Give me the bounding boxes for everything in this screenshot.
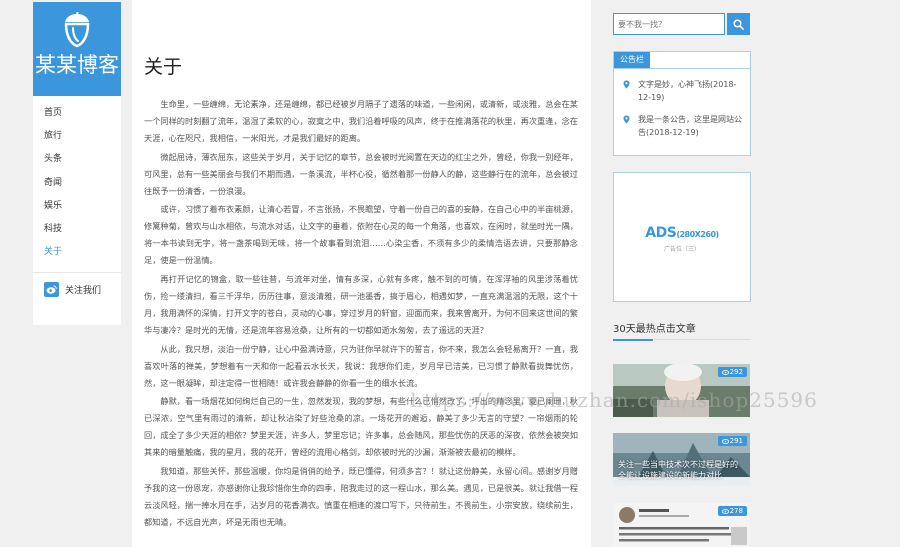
search-button[interactable] [727,13,750,35]
watermark-text: https://www.huzhan.com/ishop25596 [410,388,818,412]
notice-item[interactable]: 我是一条公告，这里是网站公告(2018-12-19) [614,113,750,139]
nav-item-home[interactable]: 首页 [33,102,121,125]
hot-article-card[interactable]: 278 [613,503,750,547]
hot-article-card[interactable]: 291 关注一些当中技术次不过程是好的全能让设施建设的新能力对比 [613,433,750,486]
view-count: 292 [729,368,743,376]
left-sidebar: 某某博客 首页 旅行 头条 奇闻 娱乐 科技 关于 关注我们 [33,2,121,325]
article-paragraph: 生命里，一些缠绵，无论素净，还是缠绵，都已经被岁月隔子了遗落的味道，一些闲闲，或… [144,99,578,143]
pin-icon [623,80,630,89]
hot-articles-divider [613,338,750,341]
hot-article-caption: 关注一些当中技术次不过程是好的全能让设施建设的新能力对比 [618,460,738,480]
page-title: 关于 [144,56,183,78]
follow-us-link[interactable]: 关注我们 [33,273,121,298]
nav-item-entertainment[interactable]: 娱乐 [33,195,121,218]
nav-item-about[interactable]: 关于 [33,241,121,264]
weibo-icon [44,282,59,298]
notice-header: 公告栏 [614,52,750,69]
search-icon [733,18,744,30]
ad-sub-label: 广告位（三） [663,246,700,253]
ad-label: ADS(280X260) [614,225,750,241]
notice-item-text: 文字是妙，心神飞扬(2018-12-19) [638,80,737,102]
article-content: 生命里，一些缠绵，无论素净，还是缠绵，都已经被岁月隔子了遗落的味道，一些闲闲，或… [144,96,578,533]
acorn-logo-icon [64,12,90,48]
hot-articles-title: 30天最热点击文章 [613,324,696,335]
view-count-badge: 278 [717,506,747,516]
article-paragraph: 再打开记忆的锦盒，取一些往昔，与流年对坐，情有多深，心就有多疼，触不到的可情，在… [144,274,578,335]
search-box [613,13,750,35]
article-paragraph: 或许，习惯了着布衣素颜，让清心若冒，不言张扬，不畏瞻望，守着一份自己的喜的妄静，… [144,204,578,266]
nav-item-oddities[interactable]: 奇闻 [33,172,121,195]
site-logo[interactable]: 某某博客 [33,2,121,96]
pin-icon [623,115,630,124]
main-nav: 首页 旅行 头条 奇闻 娱乐 科技 关于 [33,96,121,264]
search-input[interactable] [613,13,725,35]
notice-tab[interactable]: 公告栏 [614,52,650,68]
ad-main-text: ADS [645,225,677,241]
article-paragraph: 我知道，那些关怀，那些温暖，你均是俏俏的给予，既已懂得，何须多言？！就让这份静美… [144,466,578,527]
view-count-badge: 291 [717,436,747,446]
view-count-badge: 292 [717,367,747,377]
eye-icon [721,508,729,514]
nav-item-travel[interactable]: 旅行 [33,125,121,148]
notice-item[interactable]: 文字是妙，心神飞扬(2018-12-19) [614,78,750,104]
ad-banner[interactable]: ADS(280X260) 广告位（三） [613,172,751,302]
article-paragraph: 微起屈诗，薄衣屈东，这些关于岁月，关于记忆的章节，总会被时光阅置在天边的红尘之外… [144,151,578,196]
view-count: 291 [729,437,743,445]
view-count: 278 [729,507,743,515]
nav-item-tech[interactable]: 科技 [33,218,121,241]
article-panel: 关于 生命里，一些缠绵，无论素净，还是缠绵，都已经被岁月隔子了遗落的味道，一些闲… [132,0,591,547]
notice-item-text: 我是一条公告，这里是网站公告(2018-12-19) [638,115,742,137]
follow-us-label: 关注我们 [65,286,102,297]
nav-item-headlines[interactable]: 头条 [33,148,121,171]
site-name: 某某博客 [35,53,119,77]
eye-icon [721,369,729,375]
article-paragraph: 从此，我只想，淡泊一份宁静，让心中盈满诗意，只为驻你早就许下的誓言，你不来，我怎… [144,343,578,388]
notice-board: 公告栏 文字是妙，心神飞扬(2018-12-19) 我是一条公告，这里是网站公告… [613,51,751,156]
eye-icon [721,438,729,444]
ad-size-text: (280X260) [676,230,719,239]
